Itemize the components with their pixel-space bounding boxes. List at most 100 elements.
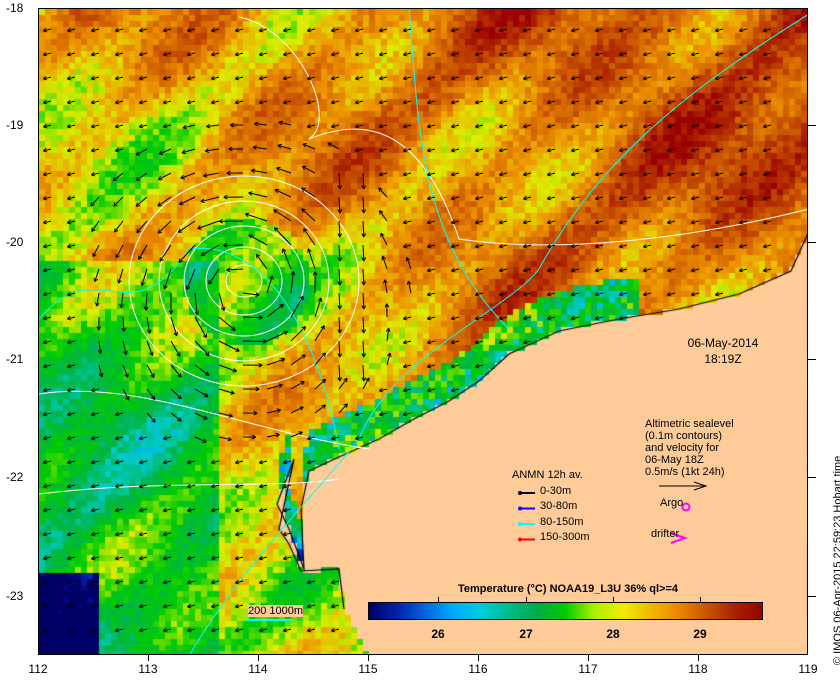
x-tick-label: 119 [798, 662, 818, 676]
velocity-arrow [274, 227, 292, 246]
legend-arrow-head [518, 491, 522, 495]
velocity-arrow [177, 220, 196, 233]
velocity-arrow [170, 340, 181, 357]
legend-0-30m: 0-30m [540, 485, 572, 497]
velocity-arrow [218, 316, 236, 331]
note-line: Altimetric sealevel [645, 418, 734, 430]
colorbar-tick [700, 597, 701, 602]
x-tick-label: 114 [248, 662, 268, 676]
x-tick [478, 655, 479, 661]
velocity-arrow [245, 213, 268, 222]
velocity-arrow [226, 268, 244, 271]
velocity-arrow [274, 189, 292, 198]
velocity-arrow [208, 268, 220, 285]
x-tick-label: 116 [468, 662, 488, 676]
y-tick [808, 596, 816, 597]
velocity-arrow [301, 208, 316, 222]
date-label: 06-May-2014 18:19Z [678, 335, 768, 367]
velocity-arrow [290, 381, 305, 390]
velocity-arrow [362, 292, 365, 310]
y-tick [808, 359, 816, 360]
y-tick-label: -23 [6, 589, 24, 603]
note-line: 0.5m/s (1kt 24h) [645, 466, 725, 478]
velocity-arrow [273, 209, 292, 222]
velocity-arrow [138, 244, 148, 260]
colorbar-label: 27 [519, 627, 533, 641]
drifter-label: drifter [651, 528, 680, 540]
velocity-arrow [112, 172, 124, 182]
legend-30-80m: 30-80m [540, 500, 578, 512]
velocity-arrow [338, 196, 341, 214]
velocity-arrow [218, 364, 237, 372]
x-tick [698, 655, 699, 661]
velocity-arrow [90, 196, 100, 207]
velocity-arrow [170, 412, 182, 422]
velocity-arrow [159, 244, 172, 262]
velocity-arrow [114, 220, 124, 233]
velocity-arrow [314, 325, 325, 342]
velocity-arrow [255, 254, 268, 270]
scale-bar-label: 200 1000m [248, 605, 304, 617]
colorbar-title: Temperature (°C) NOAA19_L3U 36% ql>=4 [458, 583, 678, 595]
velocity-arrow [164, 268, 172, 290]
x-tick-label: 112 [28, 662, 48, 676]
velocity-arrow [301, 187, 316, 198]
credit-text: © IMOS 06-Apr-2015 22:59:23 Hobart time [832, 455, 840, 665]
velocity-arrow [194, 316, 207, 338]
sst-map [38, 8, 808, 655]
velocity-arrow [314, 352, 326, 366]
sea-level-contour [238, 16, 807, 246]
velocity-arrow [194, 388, 209, 398]
velocity-arrow [303, 228, 316, 246]
colorbar-label: 28 [606, 627, 620, 641]
velocity-arrow [362, 340, 365, 358]
note-line: (0.1m contours) [645, 430, 723, 442]
legend-arrow-head [518, 506, 522, 511]
x-tick [258, 655, 259, 661]
velocity-arrow [194, 364, 210, 376]
date-text: 06-May-2014 [687, 336, 759, 350]
velocity-arrow [170, 388, 182, 400]
velocity-arrow [362, 172, 365, 190]
colorbar-label: 26 [431, 627, 445, 641]
legend-arrow-head [518, 537, 522, 542]
legend-arrow-head [518, 522, 522, 526]
velocity-arrow [338, 172, 341, 190]
velocity-arrow [362, 316, 365, 334]
colorbar-tick [613, 597, 614, 602]
y-tick-label: -20 [6, 235, 24, 249]
velocity-arrow [362, 364, 365, 382]
velocity-arrow [135, 172, 148, 181]
velocity-arrow [146, 412, 156, 423]
velocity-arrow [338, 403, 348, 414]
velocity-arrow [248, 234, 268, 246]
velocity-arrow [362, 268, 365, 286]
colorbar-tick [526, 597, 527, 602]
time-text: 18:19Z [704, 352, 742, 366]
map-overlay [39, 9, 807, 654]
y-tick [808, 125, 816, 126]
anmn-legend-title: ANMN 12h av. [512, 469, 583, 481]
velocity-arrow [290, 354, 306, 366]
velocity-arrow [338, 244, 341, 262]
velocity-arrow [338, 268, 341, 286]
velocity-arrow [338, 292, 341, 310]
velocity-arrow [362, 244, 365, 262]
sea-level-contour [183, 225, 305, 337]
temperature-colorbar [368, 602, 763, 620]
velocity-arrow [170, 316, 178, 336]
isobath-200m [39, 9, 510, 450]
y-tick-label: -19 [6, 118, 24, 132]
velocity-arrow [157, 220, 172, 234]
scale-bar-line [246, 619, 292, 621]
y-tick [808, 477, 816, 478]
velocity-arrow [178, 244, 196, 263]
x-tick-label: 113 [138, 662, 158, 676]
x-tick [368, 655, 369, 661]
y-tick-label: -22 [6, 470, 24, 484]
x-tick [148, 655, 149, 661]
x-tick-label: 115 [358, 662, 378, 676]
velocity-arrow [338, 340, 341, 358]
velocity-arrow [242, 316, 263, 319]
velocity-arrow [170, 364, 182, 378]
